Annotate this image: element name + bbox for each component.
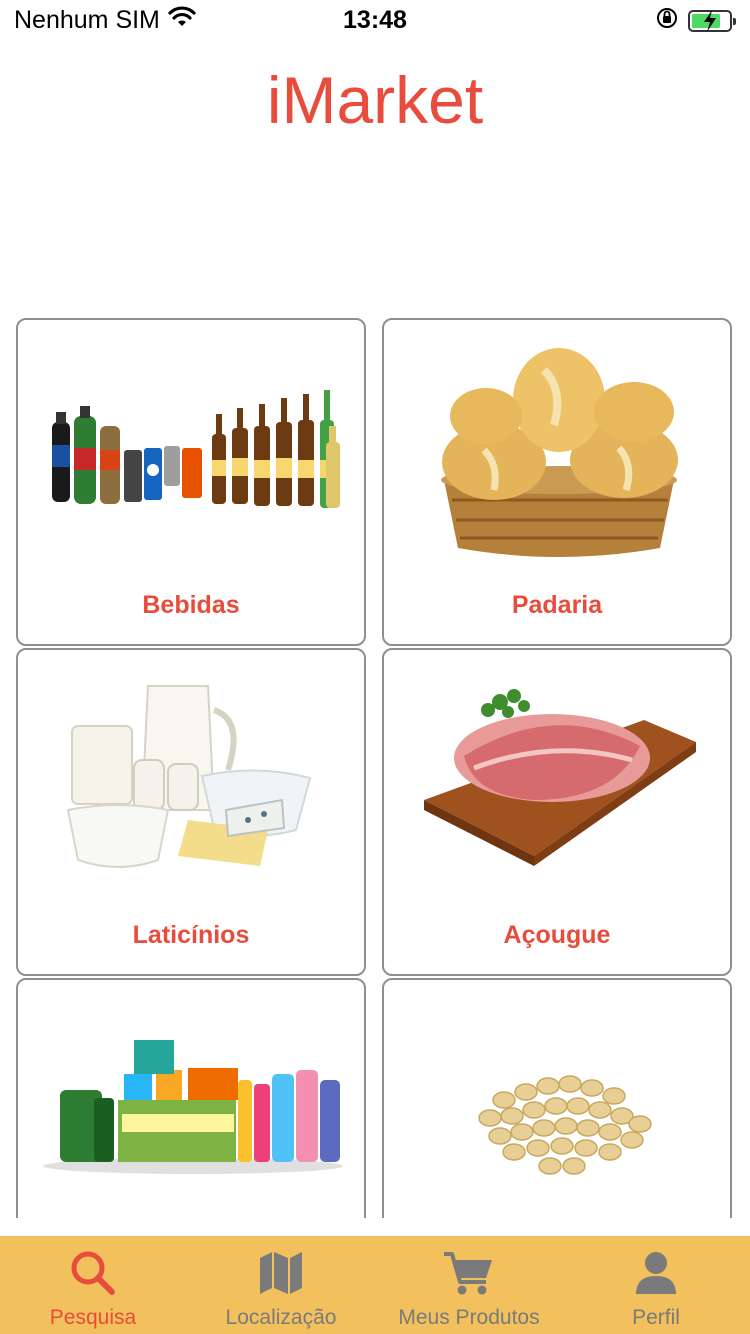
map-icon [256, 1248, 306, 1303]
tab-bar: Pesquisa Localização Meus Produtos Perfi… [0, 1236, 750, 1334]
bread-basket-image [441, 348, 678, 557]
category-label: Bebidas [142, 591, 240, 619]
cart-icon [442, 1248, 496, 1303]
status-bar: Nenhum SIM 13:48 [0, 0, 750, 40]
orientation-lock-icon [656, 7, 678, 34]
category-card-cleaning[interactable] [16, 978, 366, 1218]
tab-label: Perfil [632, 1306, 680, 1329]
category-card-grains[interactable] [382, 978, 732, 1218]
tab-localizacao[interactable]: Localização [186, 1236, 376, 1334]
status-indicators [656, 7, 736, 34]
category-label: Açougue [503, 921, 611, 949]
category-card-bebidas[interactable]: Bebidas [16, 318, 366, 646]
category-card-laticinios[interactable]: Laticínios [16, 648, 366, 976]
category-label: Laticínios [132, 921, 250, 949]
category-grid[interactable]: Bebidas Padaria Laticínios Açougue [16, 318, 732, 1218]
cleaning-products-image [43, 1040, 343, 1174]
peanuts-image [478, 1075, 652, 1175]
tab-perfil[interactable]: Perfil [562, 1236, 750, 1334]
battery-icon [688, 9, 736, 32]
tab-meus-produtos[interactable]: Meus Produtos [376, 1236, 562, 1334]
tab-label: Pesquisa [49, 1306, 137, 1329]
tab-label: Localização [225, 1306, 337, 1329]
category-label: Padaria [511, 591, 603, 619]
status-time: 13:48 [343, 6, 407, 34]
meat-cutting-board-image [424, 689, 696, 866]
app-title: iMarket [266, 63, 484, 137]
category-card-acougue[interactable]: Açougue [382, 648, 732, 976]
person-icon [631, 1248, 681, 1303]
tab-pesquisa[interactable]: Pesquisa [0, 1236, 186, 1334]
dairy-products-image [66, 685, 312, 868]
category-card-padaria[interactable]: Padaria [382, 318, 732, 646]
search-icon [68, 1248, 118, 1303]
drinks-bottles-image [52, 390, 340, 508]
tab-label: Meus Produtos [398, 1306, 540, 1329]
